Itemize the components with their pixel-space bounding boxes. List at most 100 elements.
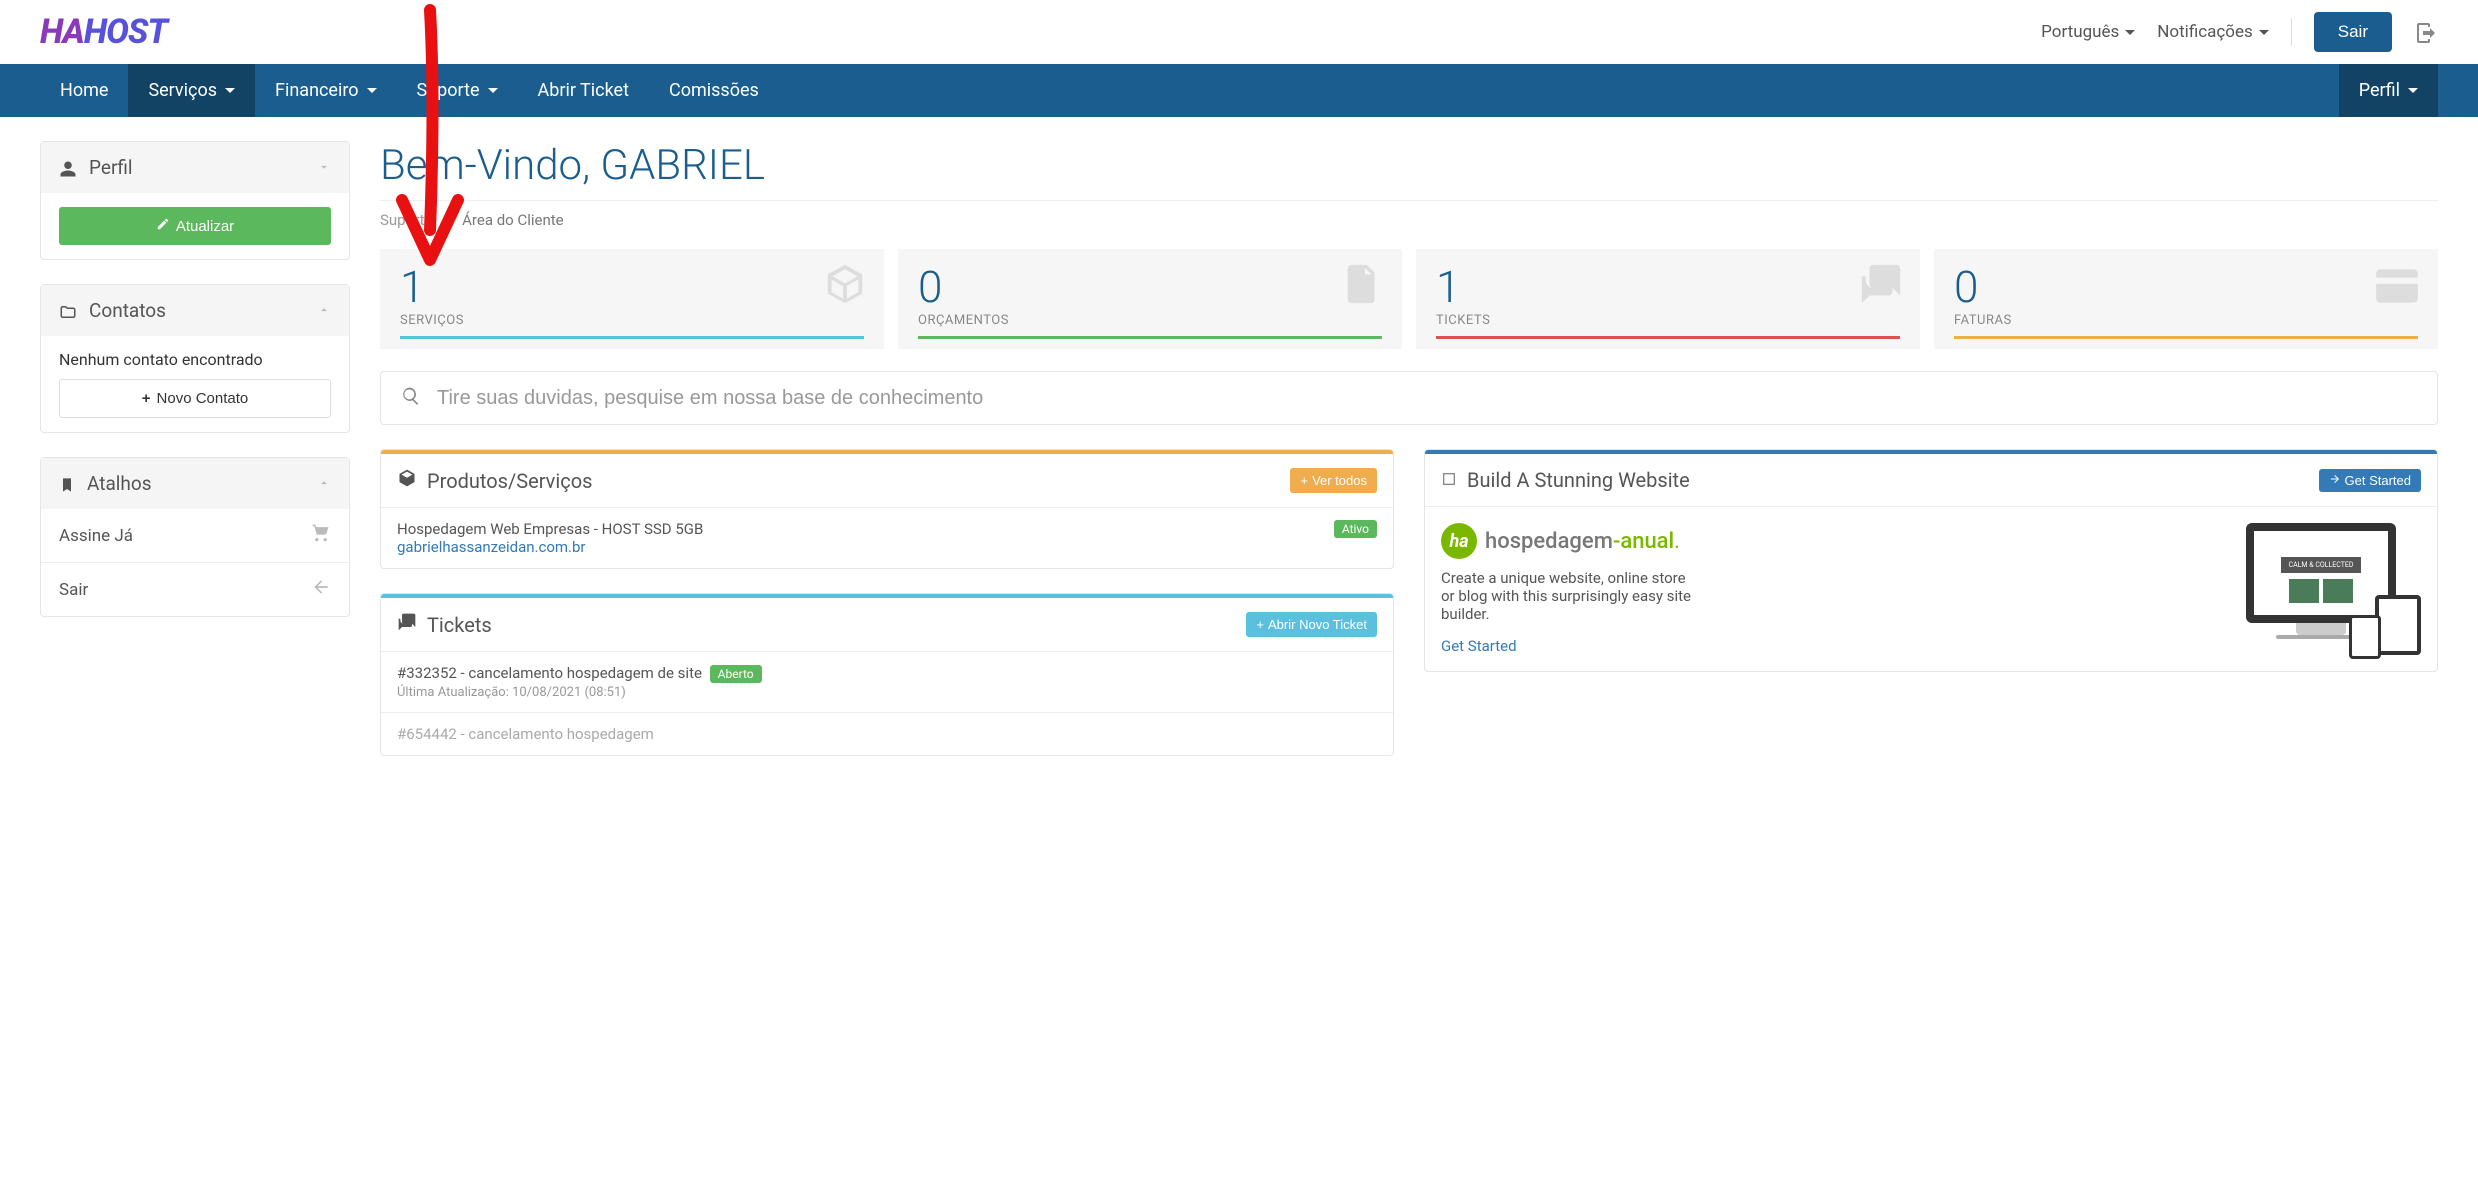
sidebar-shortcuts-panel: Atalhos Assine Já Sair (40, 457, 350, 617)
ticket-status-badge: Aberto (710, 665, 762, 683)
promo-title: Build A Stunning Website (1467, 468, 1690, 492)
bookmark-icon (59, 472, 75, 495)
product-name: Hospedagem Web Empresas - HOST SSD 5GB (397, 520, 703, 538)
comments-icon (397, 612, 417, 637)
nav-support[interactable]: Suporte (397, 64, 518, 117)
ticket-meta: Última Atualização: 10/08/2021 (08:51) (397, 685, 1377, 700)
sidebar-shortcuts-title: Atalhos (87, 472, 152, 495)
stat-tickets[interactable]: 1 TICKETS (1416, 249, 1920, 349)
nav-commissions[interactable]: Comissões (649, 64, 779, 117)
chevron-up-icon (317, 299, 331, 322)
view-all-label: Ver todos (1312, 473, 1367, 488)
caret-down-icon (225, 88, 235, 93)
shortcut-subscribe-label: Assine Já (59, 526, 133, 546)
update-profile-button[interactable]: Atualizar (59, 207, 331, 245)
stat-bar (1954, 336, 2418, 339)
open-new-ticket-button[interactable]: + Abrir Novo Ticket (1246, 612, 1377, 637)
breadcrumb-separator: / (444, 211, 450, 229)
breadcrumb-support[interactable]: Suporte (380, 211, 432, 229)
promo-get-started-button[interactable]: Get Started (2319, 469, 2421, 492)
caret-down-icon (367, 88, 377, 93)
promo-logo: ha hospedagem-anual. (1441, 523, 2201, 559)
promo-get-started-link[interactable]: Get Started (1441, 637, 2201, 655)
user-icon (59, 156, 77, 179)
stat-tickets-value: 1 (1436, 265, 1900, 309)
promo-logo-badge: ha (1441, 523, 1477, 559)
sidebar-contacts-panel: Contatos Nenhum contato encontrado + Nov… (40, 284, 350, 433)
stat-bar (918, 336, 1382, 339)
sidebar-profile-header[interactable]: Perfil (41, 142, 349, 193)
breadcrumb-client-area: Área do Cliente (462, 211, 563, 229)
stat-invoices-label: FATURAS (1954, 313, 2418, 328)
folder-icon (59, 299, 77, 322)
product-item[interactable]: Hospedagem Web Empresas - HOST SSD 5GB g… (381, 508, 1393, 568)
language-label: Português (2041, 22, 2119, 42)
chevron-down-icon (317, 156, 331, 179)
tickets-title: Tickets (427, 613, 492, 637)
stat-quotes[interactable]: 0 ORÇAMENTOS (898, 249, 1402, 349)
shortcut-logout[interactable]: Sair (41, 562, 349, 616)
nav-open-ticket[interactable]: Abrir Ticket (518, 64, 649, 117)
language-dropdown[interactable]: Português (2041, 22, 2135, 42)
stat-invoices-value: 0 (1954, 265, 2418, 309)
ticket-item[interactable]: #654442 - cancelamento hospedagem (381, 713, 1393, 755)
stat-quotes-value: 0 (918, 265, 1382, 309)
products-title: Produtos/Serviços (427, 469, 592, 493)
search-input[interactable] (437, 387, 2417, 410)
chevron-up-icon (317, 472, 331, 495)
stat-bar (400, 336, 864, 339)
cube-icon (397, 468, 417, 493)
nav-home[interactable]: Home (40, 64, 128, 117)
file-icon (1340, 261, 1386, 311)
caret-down-icon (488, 88, 498, 93)
new-contact-button[interactable]: + Novo Contato (59, 379, 331, 418)
stat-services[interactable]: 1 SERVIÇOS (380, 249, 884, 349)
cube-icon (822, 261, 868, 311)
contacts-empty-text: Nenhum contato encontrado (59, 350, 331, 369)
tickets-card: Tickets + Abrir Novo Ticket #332352 - ca… (380, 593, 1394, 756)
credit-card-icon (2372, 261, 2422, 315)
nav-profile[interactable]: Perfil (2339, 64, 2438, 117)
sidebar-shortcuts-header[interactable]: Atalhos (41, 458, 349, 509)
nav-profile-label: Perfil (2359, 80, 2400, 101)
search-bar (380, 371, 2438, 425)
nav-financial[interactable]: Financeiro (255, 64, 397, 117)
arrow-left-icon (311, 577, 331, 602)
notifications-dropdown[interactable]: Notificações (2157, 22, 2268, 42)
view-all-products-button[interactable]: + Ver todos (1290, 468, 1377, 493)
sidebar-profile-title: Perfil (89, 156, 133, 179)
product-domain[interactable]: gabrielhassanzeidan.com.br (397, 538, 703, 556)
shortcut-subscribe[interactable]: Assine Já (41, 509, 349, 562)
ticket-title: #332352 - cancelamento hospedagem de sit… (397, 664, 702, 682)
ticket-item[interactable]: #332352 - cancelamento hospedagem de sit… (381, 652, 1393, 713)
notifications-label: Notificações (2157, 22, 2252, 42)
ticket-title: #654442 - cancelamento hospedagem (397, 725, 654, 743)
nav-services[interactable]: Serviços (128, 64, 255, 117)
open-new-ticket-label: Abrir Novo Ticket (1268, 617, 1367, 632)
stat-invoices[interactable]: 0 FATURAS (1934, 249, 2438, 349)
new-contact-label: Novo Contato (157, 390, 249, 407)
caret-down-icon (2408, 88, 2418, 93)
pencil-icon (156, 217, 170, 235)
promo-devices-image: CALM & COLLECTED (2221, 523, 2421, 655)
sidebar-contacts-header[interactable]: Contatos (41, 285, 349, 336)
promo-cta-label: Get Started (2345, 473, 2411, 488)
product-status-badge: Ativo (1334, 520, 1377, 538)
caret-down-icon (2125, 30, 2135, 35)
plus-icon: + (142, 390, 151, 407)
products-card: Produtos/Serviços + Ver todos Hospedagem… (380, 449, 1394, 569)
cart-icon (311, 523, 331, 548)
stat-services-label: SERVIÇOS (400, 313, 864, 328)
shortcut-logout-label: Sair (59, 580, 88, 600)
comments-icon (1858, 261, 1904, 311)
logout-icon[interactable] (2414, 19, 2438, 44)
stat-bar (1436, 336, 1900, 339)
nav-support-label: Suporte (417, 80, 480, 101)
promo-logo-text-a: hospedagem (1485, 529, 1613, 554)
plus-icon: + (1300, 473, 1308, 488)
promo-logo-text-b: -anual (1613, 529, 1674, 554)
stat-services-value: 1 (400, 265, 864, 309)
page-title: Bem-Vindo, GABRIEL (380, 141, 2438, 190)
logo[interactable]: HAHOST (40, 12, 167, 52)
logout-button[interactable]: Sair (2314, 12, 2392, 52)
